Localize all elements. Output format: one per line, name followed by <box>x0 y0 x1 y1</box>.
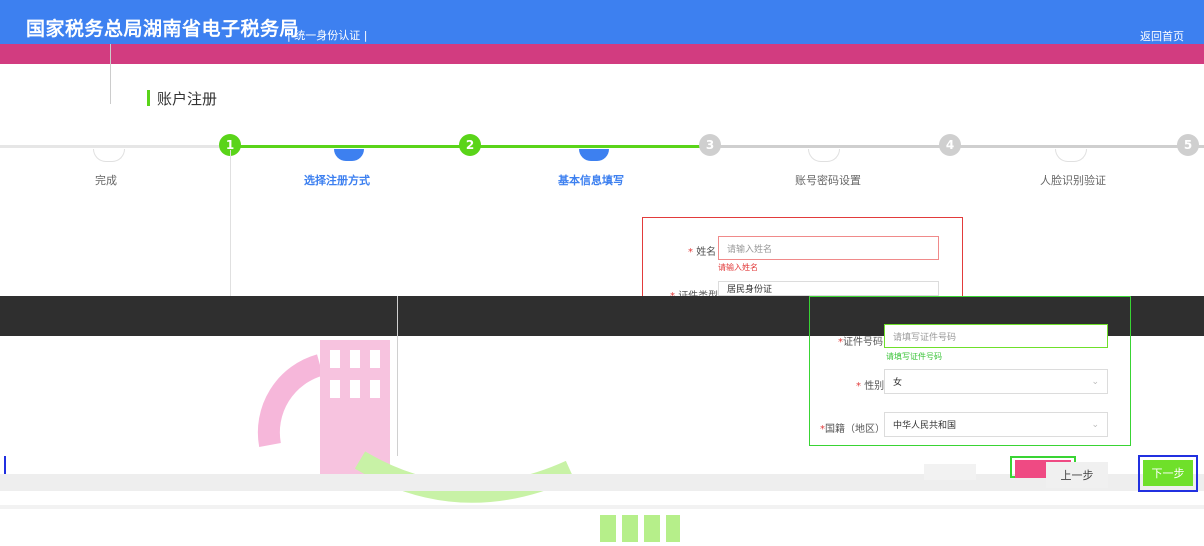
step-label-face: 人脸识别验证 <box>1040 174 1106 187</box>
divider <box>230 150 231 300</box>
divider <box>110 44 111 104</box>
footer-band <box>0 505 1204 509</box>
step-marker-active <box>579 149 609 161</box>
prev-button[interactable]: 上一步 <box>1046 462 1108 488</box>
name-error: 请输入姓名 <box>718 263 758 272</box>
page-title: 账户注册 <box>157 90 218 108</box>
name-label: * 姓名 <box>688 247 717 258</box>
brand-subtitle: | 统一身份认证 | <box>287 29 368 42</box>
nationality-select[interactable]: 中华人民共和国 ⌄ <box>884 412 1108 437</box>
next-button[interactable]: 下一步 <box>1143 460 1193 486</box>
step-2-circle: 2 <box>459 134 481 156</box>
name-input[interactable]: 请输入姓名 <box>718 236 939 260</box>
step-label-account: 账号密码设置 <box>795 174 861 187</box>
step-marker <box>1055 149 1087 162</box>
tax-emblem-watermark-icon <box>210 320 690 546</box>
nationality-label: *国籍（地区） <box>820 424 885 435</box>
step-label-info: 基本信息填写 <box>558 174 624 187</box>
step-label-method: 选择注册方式 <box>304 174 370 187</box>
id-type-select[interactable]: 居民身份证 <box>718 281 939 296</box>
progress-line <box>0 145 230 148</box>
step-3-circle: 3 <box>699 134 721 156</box>
chevron-down-icon: ⌄ <box>1091 419 1099 430</box>
ghost-button[interactable] <box>924 464 976 480</box>
id-number-label: *证件号码 <box>838 337 883 348</box>
brand-title: 国家税务总局湖南省电子税务局 <box>26 18 300 40</box>
home-link[interactable]: 返回首页 <box>1140 28 1184 44</box>
gender-select[interactable]: 女 ⌄ <box>884 369 1108 394</box>
step-4-circle: 4 <box>939 134 961 156</box>
step-marker <box>93 149 125 162</box>
step-5-circle: 5 <box>1177 134 1199 156</box>
step-marker <box>808 149 840 162</box>
id-number-error: 请填写证件号码 <box>886 352 942 361</box>
header-accent-strip <box>0 44 1204 64</box>
gender-label: * 性别 <box>856 381 885 392</box>
title-marker <box>147 90 150 106</box>
step-label-finish: 完成 <box>95 174 117 187</box>
step-marker-active <box>334 149 364 161</box>
chevron-down-icon: ⌄ <box>1091 376 1099 387</box>
id-number-input[interactable]: 请填写证件号码 <box>884 324 1108 348</box>
